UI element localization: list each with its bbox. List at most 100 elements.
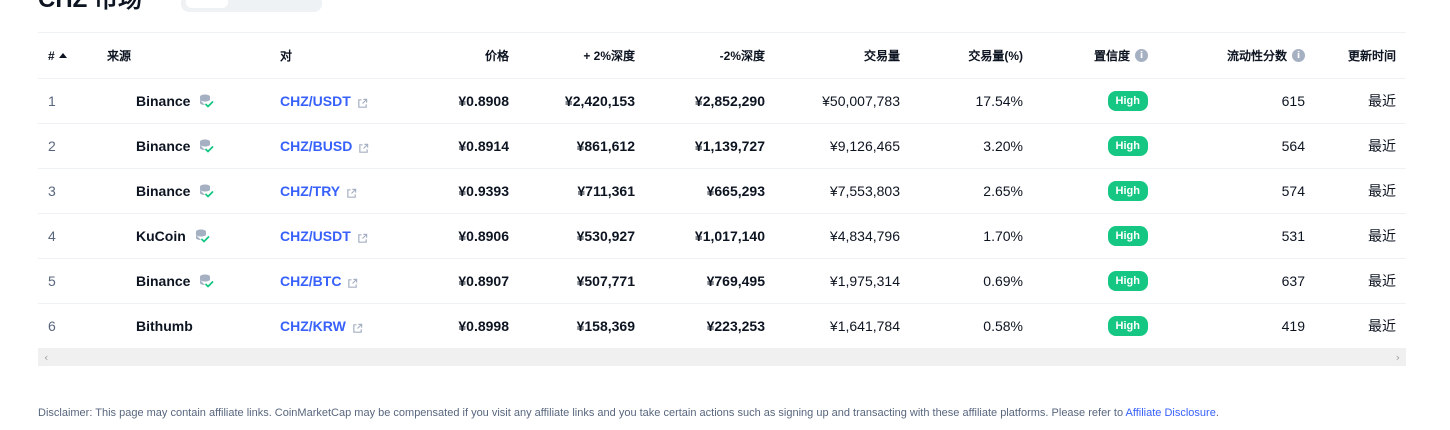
row-pair[interactable]: CHZ/KRW — [280, 304, 440, 348]
sort-ascending-icon[interactable] — [58, 53, 67, 58]
row-minus-depth: ¥2,852,290 — [694, 93, 765, 109]
exchange-name[interactable]: Binance — [136, 183, 190, 199]
verified-database-icon — [198, 93, 214, 109]
row-source[interactable]: Binance — [107, 259, 267, 303]
row-pair[interactable]: CHZ/USDT — [280, 79, 440, 123]
exchange-name[interactable]: Binance — [136, 138, 190, 154]
exchange-name[interactable]: Bithumb — [136, 318, 193, 334]
row-updated: 最近 — [1368, 138, 1396, 154]
header-liquidity[interactable]: 流动性分数 i — [1178, 33, 1305, 78]
row-plus-depth: ¥530,927 — [576, 228, 635, 244]
header-source[interactable]: 来源 — [107, 33, 267, 78]
header-liquidity-label: 流动性分数 — [1226, 49, 1287, 63]
row-rank: 6 — [48, 318, 56, 334]
view-toggle[interactable] — [181, 0, 322, 12]
row-volume: ¥9,126,465 — [829, 138, 900, 154]
row-source[interactable]: Binance — [107, 169, 267, 213]
row-updated: 最近 — [1368, 318, 1396, 334]
liquidity-info-icon[interactable]: i — [1292, 49, 1305, 62]
table-row[interactable]: 2 Binance CHZ/BUSD ¥0.8914 ¥861,612 ¥1,139,72… — [38, 124, 1406, 169]
row-minus-depth: ¥769,495 — [706, 273, 765, 289]
row-volume-pct: 1.70% — [983, 228, 1023, 244]
external-link-icon[interactable] — [352, 321, 363, 333]
disclaimer: Disclaimer: This page may contain affili… — [38, 407, 1219, 419]
affiliate-disclosure-link[interactable]: Affiliate Disclosure — [1126, 407, 1216, 419]
row-updated: 最近 — [1368, 93, 1396, 109]
confidence-badge: High — [1107, 136, 1148, 156]
external-link-icon[interactable] — [358, 141, 369, 153]
header-volume-pct[interactable]: 交易量(%) — [918, 33, 1023, 78]
row-source[interactable]: Binance — [107, 124, 267, 168]
row-updated: 最近 — [1368, 183, 1396, 199]
row-rank: 3 — [48, 183, 56, 199]
row-volume: ¥1,975,314 — [829, 273, 900, 289]
table-row[interactable]: 6 Bithumb CHZ/KRW ¥0.8998 ¥158,369 ¥223,253 ¥1… — [38, 304, 1406, 349]
row-volume-pct: 0.58% — [983, 318, 1023, 334]
row-pair[interactable]: CHZ/USDT — [280, 214, 440, 258]
table-row[interactable]: 1 Binance CHZ/USDT ¥0.8908 ¥2,420,153 ¥2,852,… — [38, 79, 1406, 124]
row-pair[interactable]: CHZ/TRY — [280, 169, 440, 213]
verified-database-icon — [198, 138, 214, 154]
row-price: ¥0.8906 — [458, 228, 509, 244]
row-minus-depth: ¥665,293 — [706, 183, 765, 199]
header-plus-depth[interactable]: + 2%深度 — [518, 33, 635, 78]
disclaimer-end: . — [1215, 407, 1219, 419]
confidence-badge: High — [1107, 91, 1148, 111]
row-plus-depth: ¥711,361 — [577, 183, 635, 199]
row-source[interactable]: Binance — [107, 79, 267, 123]
scroll-right-icon[interactable]: › — [1396, 351, 1400, 364]
external-link-icon[interactable] — [357, 231, 368, 243]
confidence-badge: High — [1107, 226, 1148, 246]
row-source[interactable]: Bithumb — [107, 304, 267, 348]
external-link-icon[interactable] — [347, 276, 358, 288]
row-price: ¥0.8998 — [458, 318, 509, 334]
confidence-badge: High — [1107, 271, 1148, 291]
pair-link[interactable]: CHZ/TRY — [280, 183, 340, 199]
external-link-icon[interactable] — [346, 186, 357, 198]
pair-link[interactable]: CHZ/USDT — [280, 93, 351, 109]
row-rank: 2 — [48, 138, 56, 154]
exchange-name[interactable]: Binance — [136, 273, 190, 289]
scroll-left-icon[interactable]: ‹ — [44, 351, 48, 364]
table-row[interactable]: 4 KuCoin CHZ/USDT ¥0.8906 ¥530,927 ¥1,017,140… — [38, 214, 1406, 259]
exchange-name[interactable]: Binance — [136, 93, 190, 109]
row-pair[interactable]: CHZ/BTC — [280, 259, 440, 303]
header-pair[interactable]: 对 — [280, 33, 440, 78]
row-confidence: High — [1048, 259, 1148, 303]
exchange-name[interactable]: KuCoin — [136, 228, 186, 244]
header-updated[interactable]: 更新时间 — [1338, 33, 1396, 78]
pair-link[interactable]: CHZ/USDT — [280, 228, 351, 244]
row-pair[interactable]: CHZ/BUSD — [280, 124, 440, 168]
table-row[interactable]: 3 Binance CHZ/TRY ¥0.9393 ¥711,361 ¥665,293 ¥7… — [38, 169, 1406, 214]
view-toggle-knob[interactable] — [186, 0, 228, 8]
row-updated: 最近 — [1368, 228, 1396, 244]
row-rank: 1 — [48, 93, 56, 109]
header-price[interactable]: 价格 — [428, 33, 509, 78]
header-confidence[interactable]: 置信度 i — [1048, 33, 1148, 78]
pair-link[interactable]: CHZ/KRW — [280, 318, 346, 334]
verified-database-icon — [198, 183, 214, 199]
row-volume: ¥1,641,784 — [829, 318, 900, 334]
confidence-info-icon[interactable]: i — [1135, 49, 1148, 62]
header-volume[interactable]: 交易量 — [778, 33, 900, 78]
header-rank[interactable]: # — [48, 33, 88, 78]
row-confidence: High — [1048, 124, 1148, 168]
row-liquidity: 564 — [1281, 138, 1305, 154]
header-rank-label: # — [48, 48, 55, 63]
row-confidence: High — [1048, 79, 1148, 123]
row-plus-depth: ¥2,420,153 — [564, 93, 635, 109]
row-price: ¥0.9393 — [458, 183, 509, 199]
row-confidence: High — [1048, 169, 1148, 213]
external-link-icon[interactable] — [357, 96, 368, 108]
horizontal-scrollbar[interactable]: ‹ › — [38, 348, 1406, 366]
pair-link[interactable]: CHZ/BUSD — [280, 138, 352, 154]
verified-database-icon — [194, 228, 210, 244]
row-price: ¥0.8914 — [458, 138, 509, 154]
table-row[interactable]: 5 Binance CHZ/BTC ¥0.8907 ¥507,771 ¥769,495 ¥1… — [38, 259, 1406, 304]
header-minus-depth[interactable]: -2%深度 — [648, 33, 765, 78]
row-source[interactable]: KuCoin — [107, 214, 267, 258]
row-rank: 4 — [48, 228, 56, 244]
row-plus-depth: ¥507,771 — [576, 273, 635, 289]
row-volume-pct: 3.20% — [983, 138, 1023, 154]
pair-link[interactable]: CHZ/BTC — [280, 273, 341, 289]
